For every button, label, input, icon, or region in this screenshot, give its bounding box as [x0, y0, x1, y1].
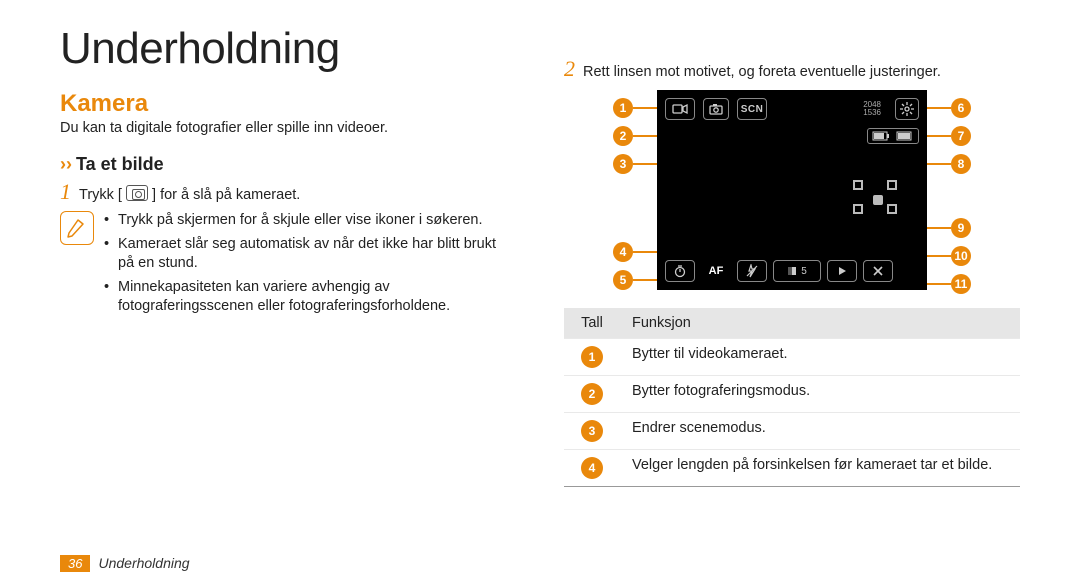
- callout-11: 11: [951, 274, 971, 294]
- row-function-text: Endrer scenemodus.: [620, 413, 1020, 450]
- step1-text-after: ] for å slå på kameraet.: [152, 187, 300, 203]
- step-number-1: 1: [60, 181, 71, 203]
- battery-indicator-icon: [867, 128, 919, 144]
- note-bullet: Kameraet slår seg automatisk av når det …: [104, 235, 516, 274]
- step1-text-before: Trykk [: [79, 187, 122, 203]
- function-table: Tall Funksjon 1 Bytter til videokameraet…: [564, 308, 1020, 487]
- note-bullet-list: Trykk på skjermen for å skjule eller vis…: [104, 211, 516, 321]
- exposure-value-indicator: 5: [773, 260, 821, 282]
- step-number-2: 2: [564, 58, 575, 80]
- autofocus-label: AF: [701, 260, 731, 282]
- step-2: 2 Rett linsen mot motivet, og foreta eve…: [564, 58, 1020, 80]
- focus-bracket-icon: [853, 180, 897, 214]
- camera-viewfinder: SCN 2048 1536: [657, 90, 927, 290]
- callout-3: 3: [613, 154, 633, 174]
- callout-9: 9: [951, 218, 971, 238]
- settings-gear-icon: [895, 98, 919, 120]
- row-number-badge: 2: [581, 383, 603, 405]
- chevron-icon: ››: [60, 154, 72, 174]
- section-heading-kamera: Kamera: [60, 90, 516, 118]
- callout-1: 1: [613, 98, 633, 118]
- callout-4: 4: [613, 242, 633, 262]
- resolution-indicator: 2048 1536: [863, 101, 881, 117]
- row-number-badge: 3: [581, 420, 603, 442]
- table-header-function: Funksjon: [620, 308, 1020, 339]
- shooting-mode-icon: [703, 98, 729, 120]
- callout-6: 6: [951, 98, 971, 118]
- step2-text: Rett linsen mot motivet, og foreta event…: [583, 64, 941, 80]
- callout-2: 2: [613, 126, 633, 146]
- right-column: 2 Rett linsen mot motivet, og foreta eve…: [564, 32, 1020, 487]
- scene-mode-label: SCN: [737, 98, 767, 120]
- callout-5: 5: [613, 270, 633, 290]
- close-x-icon: [863, 260, 893, 282]
- table-row: 1 Bytter til videokameraet.: [564, 339, 1020, 376]
- note-bullet: Trykk på skjermen for å skjule eller vis…: [104, 211, 516, 231]
- table-row: 3 Endrer scenemodus.: [564, 413, 1020, 450]
- note-block: Trykk på skjermen for å skjule eller vis…: [60, 211, 516, 321]
- page-number: 36: [60, 555, 90, 572]
- left-column: Underholdning Kamera Du kan ta digitale …: [60, 32, 516, 487]
- step-1: 1 Trykk [ ] for å slå på kameraet.: [60, 181, 516, 203]
- callout-10: 10: [951, 246, 971, 266]
- callout-8: 8: [951, 154, 971, 174]
- table-row: 2 Bytter fotograferingsmodus.: [564, 376, 1020, 413]
- timer-icon: [665, 260, 695, 282]
- camera-key-icon: [126, 185, 148, 201]
- row-number-badge: 1: [581, 346, 603, 368]
- subheading-ta-et-bilde: ››Ta et bilde: [60, 154, 516, 175]
- flash-off-icon: [737, 260, 767, 282]
- video-camera-icon: [665, 98, 695, 120]
- play-gallery-icon: [827, 260, 857, 282]
- note-icon: [60, 211, 94, 245]
- row-function-text: Bytter fotograferingsmodus.: [620, 376, 1020, 413]
- page-footer: 36 Underholdning: [60, 555, 190, 572]
- row-number-badge: 4: [581, 457, 603, 479]
- row-function-text: Bytter til videokameraet.: [620, 339, 1020, 376]
- note-bullet: Minnekapasiteten kan variere avhengig av…: [104, 278, 516, 317]
- page-title: Underholdning: [60, 24, 516, 74]
- row-function-text: Velger lengden på forsinkelsen før kamer…: [620, 450, 1020, 487]
- callout-7: 7: [951, 126, 971, 146]
- footer-section-name: Underholdning: [98, 555, 189, 571]
- camera-screen-diagram: 1 2 3 4 5 6 7 8 9 10 11: [597, 90, 987, 290]
- intro-text: Du kan ta digitale fotografier eller spi…: [60, 120, 516, 136]
- table-row: 4 Velger lengden på forsinkelsen før kam…: [564, 450, 1020, 487]
- table-header-number: Tall: [564, 308, 620, 339]
